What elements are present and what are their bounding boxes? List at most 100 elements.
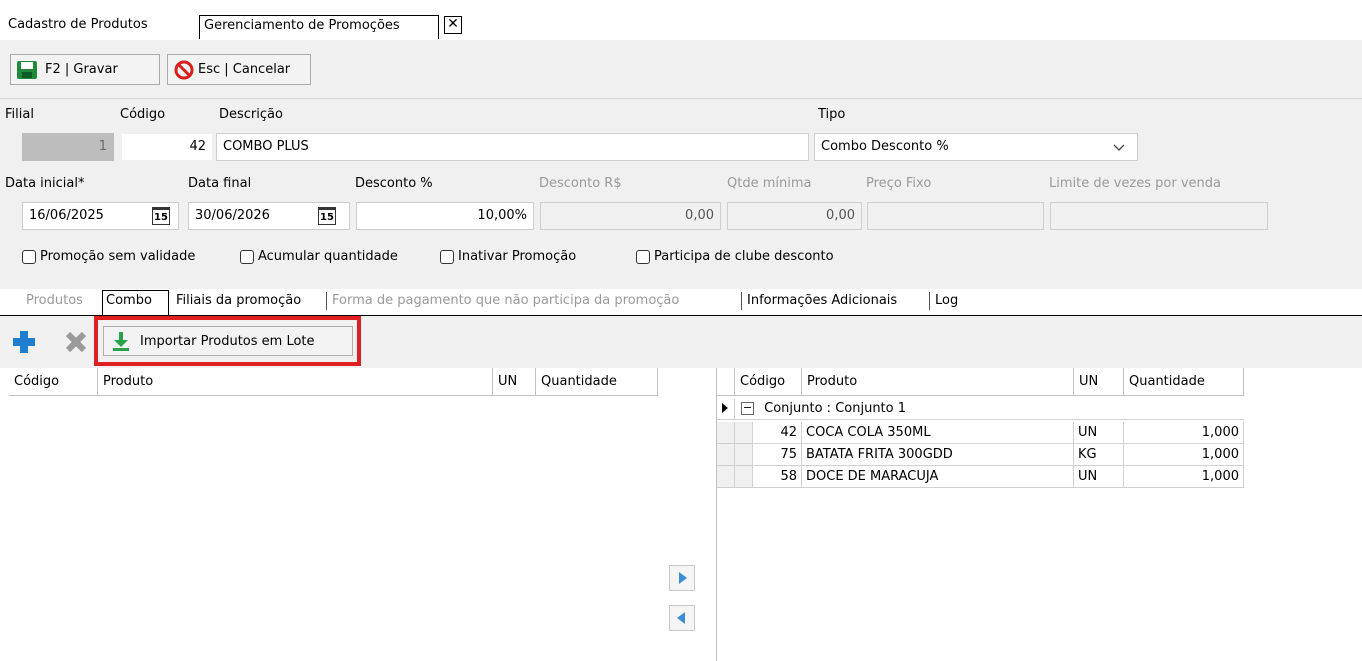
row-indicator[interactable] bbox=[717, 398, 735, 420]
checkbox-box bbox=[636, 249, 650, 264]
combo-toolbar: Importar Produtos em Lote bbox=[0, 316, 1362, 368]
column-header-quantidade[interactable]: Quantidade bbox=[1124, 368, 1244, 396]
codigo-field: 42 bbox=[121, 133, 213, 161]
tab-cadastro-de-produtos[interactable]: Cadastro de Produtos bbox=[8, 17, 148, 32]
group-label: Conjunto : Conjunto 1 bbox=[764, 401, 907, 416]
column-header-produto[interactable]: Produto bbox=[802, 368, 1074, 396]
cancel-button[interactable]: Esc | Cancelar bbox=[167, 54, 311, 85]
group-row[interactable]: − Conjunto : Conjunto 1 bbox=[735, 398, 1244, 420]
table-cell-quantidade[interactable]: 1,000 bbox=[1124, 466, 1244, 488]
save-button-label: F2 | Gravar bbox=[45, 62, 118, 77]
arrow-right-icon bbox=[679, 572, 687, 584]
promotion-form: Filial Código Descrição Tipo 1 42 COMBO … bbox=[0, 99, 1362, 289]
row-indicator[interactable] bbox=[717, 444, 735, 466]
collapse-group-button[interactable]: − bbox=[741, 402, 754, 415]
tab-forma-de-pagamento[interactable]: Forma de pagamento que não participa da … bbox=[332, 293, 679, 308]
row-indent bbox=[735, 466, 753, 488]
document-tabs: Cadastro de Produtos Gerenciamento de Pr… bbox=[0, 0, 1362, 41]
column-header-codigo[interactable]: Código bbox=[735, 368, 802, 396]
checkbox-label: Promoção sem validade bbox=[40, 249, 196, 264]
tab-produtos[interactable]: Produtos bbox=[26, 293, 83, 308]
checkbox-label: Participa de clube desconto bbox=[654, 249, 834, 264]
data-final-label: Data final bbox=[188, 176, 252, 191]
toolbar: F2 | Gravar Esc | Cancelar bbox=[0, 40, 1362, 99]
table-cell-codigo[interactable]: 75 bbox=[753, 444, 802, 466]
descricao-label: Descrição bbox=[219, 107, 283, 122]
plus-icon[interactable] bbox=[12, 330, 36, 354]
inativar-promocao-checkbox[interactable]: Inativar Promoção bbox=[440, 249, 576, 264]
data-inicial-label: Data inicial* bbox=[5, 176, 85, 191]
column-header-quantidade[interactable]: Quantidade bbox=[536, 368, 658, 396]
tab-informacoes-adicionais[interactable]: Informações Adicionais bbox=[747, 293, 897, 308]
detail-tabs: Produtos Combo Filiais da promoção Forma… bbox=[0, 289, 1362, 316]
table-cell-quantidade[interactable]: 1,000 bbox=[1124, 444, 1244, 466]
tipo-label: Tipo bbox=[818, 107, 846, 122]
row-indicator[interactable] bbox=[717, 422, 735, 444]
tab-separator bbox=[741, 292, 742, 310]
desconto-pct-input[interactable]: 10,00% bbox=[356, 202, 534, 230]
table-cell-codigo[interactable]: 58 bbox=[753, 466, 802, 488]
tipo-select-value: Combo Desconto % bbox=[821, 139, 949, 154]
table-cell-produto[interactable]: COCA COLA 350ML bbox=[802, 422, 1074, 444]
close-tab-icon[interactable]: ✕ bbox=[444, 16, 462, 34]
calendar-icon[interactable]: 15 bbox=[152, 207, 170, 225]
acumular-quantidade-checkbox[interactable]: Acumular quantidade bbox=[240, 249, 398, 264]
row-indicator-header bbox=[717, 368, 735, 396]
preco-fixo-input[interactable] bbox=[867, 202, 1044, 230]
calendar-icon[interactable]: 15 bbox=[318, 207, 336, 225]
row-indent bbox=[735, 422, 753, 444]
promocao-sem-validade-checkbox[interactable]: Promoção sem validade bbox=[22, 249, 195, 264]
table-cell-quantidade[interactable]: 1,000 bbox=[1124, 422, 1244, 444]
save-button[interactable]: F2 | Gravar bbox=[10, 54, 160, 85]
tab-separator bbox=[326, 292, 327, 310]
floppy-disk-icon bbox=[17, 60, 37, 79]
row-indent bbox=[735, 444, 753, 466]
checkbox-label: Inativar Promoção bbox=[458, 249, 577, 264]
filial-field: 1 bbox=[22, 133, 114, 161]
tab-separator bbox=[929, 292, 930, 310]
desconto-pct-label: Desconto % bbox=[355, 176, 433, 191]
column-header-un[interactable]: UN bbox=[493, 368, 536, 396]
tab-filiais-da-promocao[interactable]: Filiais da promoção bbox=[176, 293, 301, 308]
table-cell-produto[interactable]: BATATA FRITA 300GDD bbox=[802, 444, 1074, 466]
filial-label: Filial bbox=[5, 107, 34, 122]
combo-products-grid: Código Produto UN Quantidade − Conjunto … bbox=[716, 368, 1245, 661]
descricao-input[interactable]: COMBO PLUS bbox=[216, 133, 809, 161]
cancel-button-label: Esc | Cancelar bbox=[198, 62, 291, 77]
limite-vezes-label: Limite de vezes por venda bbox=[1049, 176, 1221, 191]
checkbox-label: Acumular quantidade bbox=[258, 249, 398, 264]
current-row-icon bbox=[722, 403, 728, 413]
checkbox-box bbox=[22, 249, 36, 264]
table-cell-un[interactable]: UN bbox=[1074, 466, 1124, 488]
participa-clube-desconto-checkbox[interactable]: Participa de clube desconto bbox=[636, 249, 834, 264]
limite-vezes-input[interactable] bbox=[1050, 202, 1268, 230]
desconto-rs-input[interactable]: 0,00 bbox=[540, 202, 721, 230]
highlight-box bbox=[94, 316, 361, 366]
table-cell-codigo[interactable]: 42 bbox=[753, 422, 802, 444]
tab-combo[interactable]: Combo bbox=[102, 290, 169, 315]
available-products-grid: Código Produto UN Quantidade bbox=[9, 368, 658, 661]
tab-log[interactable]: Log bbox=[935, 293, 958, 308]
qtde-minima-label: Qtde mínima bbox=[727, 176, 812, 191]
row-indicator[interactable] bbox=[717, 466, 735, 488]
table-cell-un[interactable]: KG bbox=[1074, 444, 1124, 466]
no-entry-icon bbox=[174, 60, 194, 79]
column-header-codigo[interactable]: Código bbox=[9, 368, 98, 396]
tab-gerenciamento-de-promocoes[interactable]: Gerenciamento de Promoções bbox=[199, 15, 439, 39]
codigo-label: Código bbox=[120, 107, 166, 122]
table-cell-produto[interactable]: DOCE DE MARACUJA bbox=[802, 466, 1074, 488]
qtde-minima-input[interactable]: 0,00 bbox=[727, 202, 862, 230]
preco-fixo-label: Preço Fixo bbox=[866, 176, 932, 191]
tipo-select[interactable]: Combo Desconto % bbox=[814, 133, 1138, 161]
chevron-down-icon bbox=[1113, 144, 1125, 151]
desconto-rs-label: Desconto R$ bbox=[539, 176, 622, 191]
checkbox-box bbox=[240, 249, 254, 264]
table-cell-un[interactable]: UN bbox=[1074, 422, 1124, 444]
arrow-left-icon bbox=[677, 612, 685, 624]
checkbox-box bbox=[440, 249, 454, 264]
move-left-button[interactable] bbox=[669, 605, 695, 631]
column-header-produto[interactable]: Produto bbox=[98, 368, 493, 396]
move-right-button[interactable] bbox=[669, 565, 695, 591]
column-header-un[interactable]: UN bbox=[1074, 368, 1124, 396]
x-icon[interactable] bbox=[64, 330, 88, 354]
